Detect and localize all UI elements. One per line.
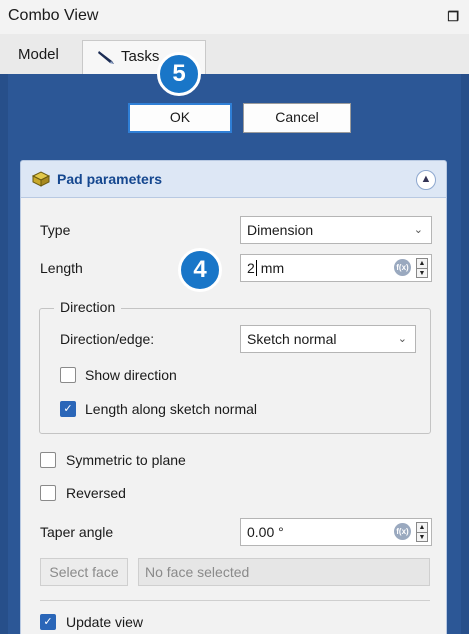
tab-tasks-label: Tasks bbox=[121, 48, 160, 65]
cancel-button[interactable]: Cancel bbox=[243, 103, 351, 133]
selected-face-field: No face selected bbox=[138, 558, 430, 586]
taper-angle-input[interactable]: 0.00 ° f(x) ▲ ▼ bbox=[240, 518, 432, 546]
update-view-checkbox[interactable]: ✓ bbox=[40, 614, 56, 630]
show-direction-checkbox[interactable] bbox=[60, 367, 76, 383]
tab-bar: Model Tasks bbox=[0, 34, 469, 75]
ok-button[interactable]: OK bbox=[128, 103, 232, 133]
direction-edge-label: Direction/edge: bbox=[60, 331, 155, 347]
type-label: Type bbox=[40, 222, 71, 238]
text-cursor bbox=[255, 260, 257, 276]
float-window-icon[interactable]: ❐ bbox=[447, 9, 459, 25]
reversed-checkbox[interactable] bbox=[40, 485, 56, 501]
chevron-down-icon: ⌄ bbox=[413, 224, 423, 236]
expression-icon[interactable]: f(x) bbox=[394, 259, 411, 276]
spin-up-icon[interactable]: ▲ bbox=[417, 523, 427, 533]
tab-model[interactable]: Model bbox=[18, 46, 59, 63]
spin-down-icon[interactable]: ▼ bbox=[417, 269, 427, 278]
select-face-button[interactable]: Select face bbox=[40, 558, 128, 586]
length-spin-buttons[interactable]: ▲ ▼ bbox=[416, 258, 428, 278]
spin-down-icon[interactable]: ▼ bbox=[417, 533, 427, 542]
update-view-label: Update view bbox=[66, 614, 144, 630]
direction-edge-value: Sketch normal bbox=[247, 331, 337, 347]
show-direction-label: Show direction bbox=[85, 367, 177, 383]
step-badge-4: 4 bbox=[178, 248, 222, 292]
separator bbox=[40, 600, 430, 601]
symmetric-checkbox[interactable] bbox=[40, 452, 56, 468]
pad-parameters-header[interactable]: Pad parameters ▲ bbox=[20, 160, 447, 198]
reversed-label: Reversed bbox=[66, 485, 126, 501]
window-title: Combo View bbox=[8, 7, 99, 24]
collapse-icon[interactable]: ▲ bbox=[416, 170, 436, 190]
length-along-normal-label: Length along sketch normal bbox=[85, 401, 257, 417]
taper-angle-label: Taper angle bbox=[40, 524, 114, 540]
expression-icon[interactable]: f(x) bbox=[394, 523, 411, 540]
length-label: Length bbox=[40, 260, 83, 276]
length-value: 2 bbox=[247, 260, 255, 276]
spin-up-icon[interactable]: ▲ bbox=[417, 259, 427, 269]
length-input[interactable]: 2 mm f(x) ▲ ▼ bbox=[240, 254, 432, 282]
taper-spin-buttons[interactable]: ▲ ▼ bbox=[416, 522, 428, 542]
direction-group-title: Direction bbox=[54, 299, 122, 315]
symmetric-label: Symmetric to plane bbox=[66, 452, 186, 468]
direction-edge-dropdown[interactable]: Sketch normal ⌄ bbox=[240, 325, 416, 353]
title-bar: Combo View ❐ bbox=[0, 0, 469, 35]
type-dropdown[interactable]: Dimension ⌄ bbox=[240, 216, 432, 244]
pencil-icon bbox=[98, 51, 114, 64]
chevron-down-icon: ⌄ bbox=[397, 333, 407, 345]
pad-parameters-title: Pad parameters bbox=[57, 171, 163, 187]
taper-angle-value: 0.00 ° bbox=[247, 524, 284, 540]
step-badge-5: 5 bbox=[157, 52, 201, 96]
length-along-normal-checkbox[interactable]: ✓ bbox=[60, 401, 76, 417]
pad-feature-icon bbox=[31, 171, 51, 187]
length-unit: mm bbox=[260, 260, 285, 276]
type-dropdown-value: Dimension bbox=[247, 222, 314, 238]
